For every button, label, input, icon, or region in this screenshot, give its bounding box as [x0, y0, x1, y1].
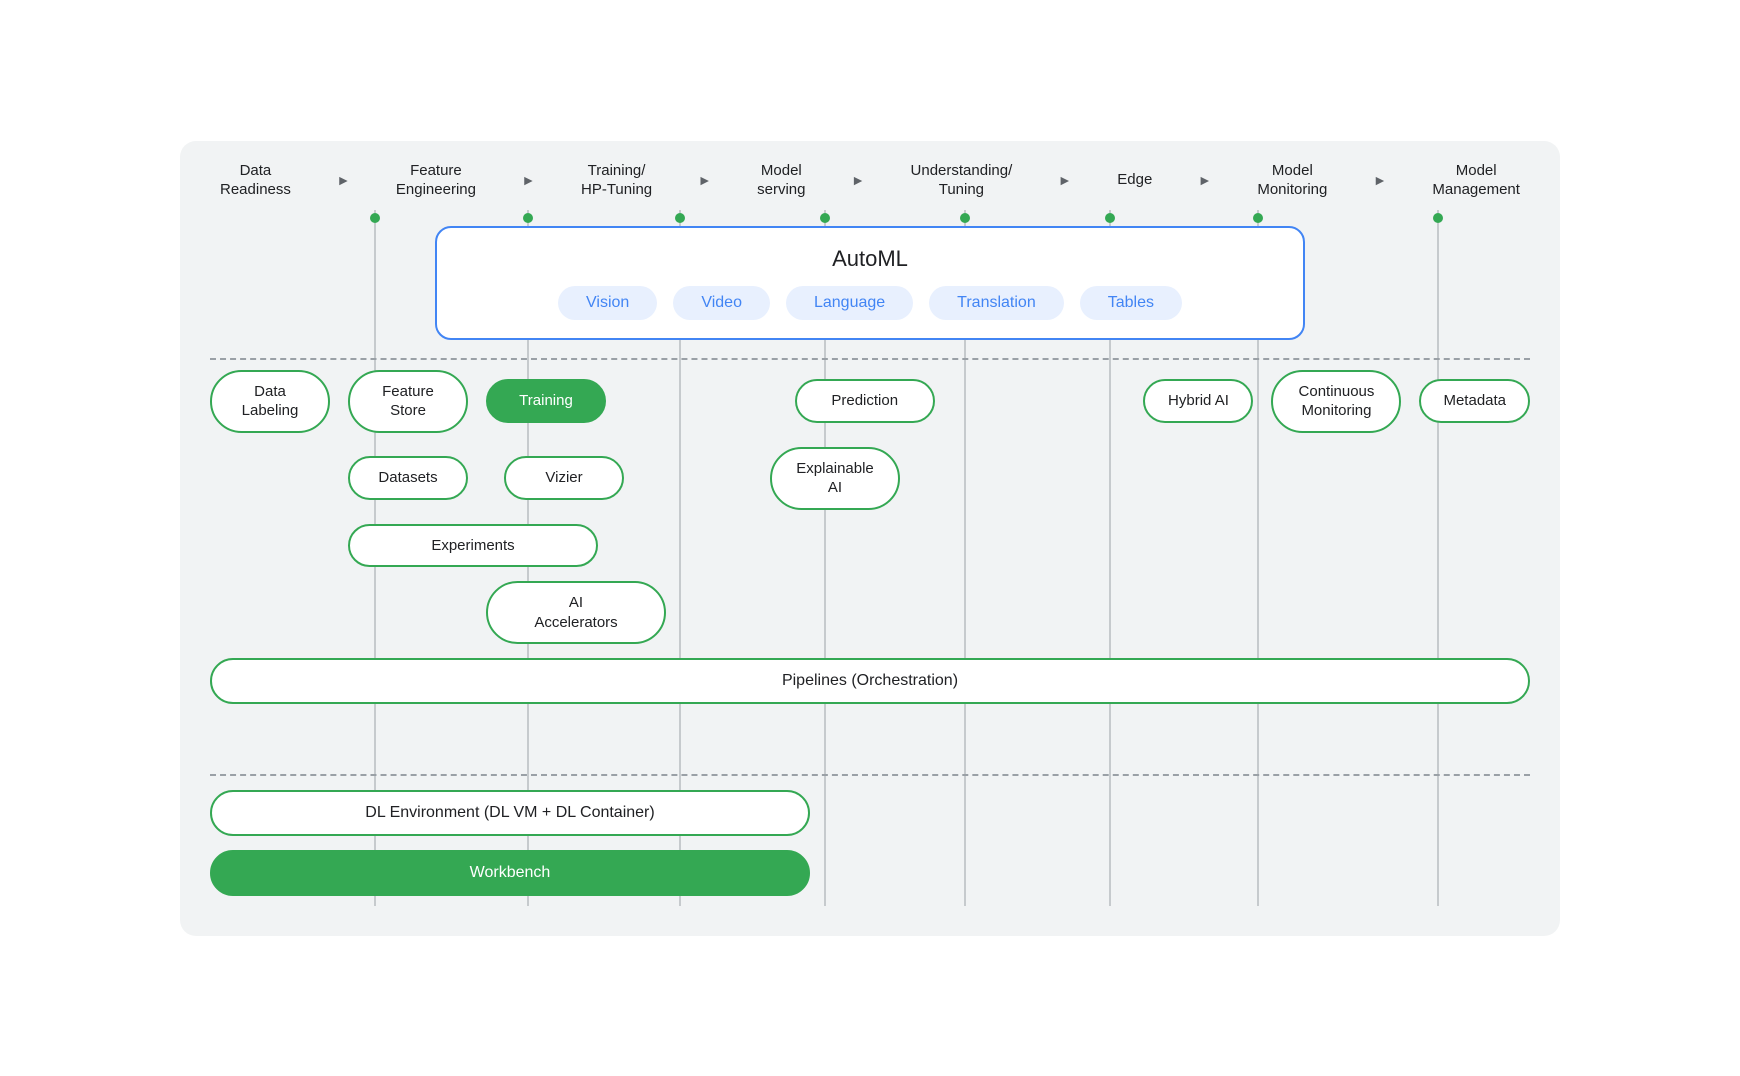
arrow-4: ► [851, 172, 865, 188]
pipeline-label: Model Management [1432, 161, 1520, 200]
pipeline-row: Data Readiness ► Feature Engineering ► T… [210, 161, 1530, 200]
main-diagram: Data Readiness ► Feature Engineering ► T… [180, 141, 1560, 936]
content-area: AutoML Vision Video Language Translation… [210, 210, 1530, 906]
arrow-1: ► [336, 172, 350, 188]
pipeline-label: Model serving [757, 161, 805, 200]
automl-title: AutoML [461, 246, 1279, 272]
automl-pill-tables[interactable]: Tables [1080, 286, 1182, 320]
arrow-5: ► [1058, 172, 1072, 188]
pill-ai-accelerators[interactable]: AI Accelerators [486, 581, 666, 644]
pills-area: Data Labeling Feature Store Training Pre… [210, 370, 1530, 770]
pill-hybrid-ai[interactable]: Hybrid AI [1143, 379, 1253, 423]
pipeline-step-data-readiness: Data Readiness [220, 161, 291, 200]
pill-training[interactable]: Training [486, 379, 606, 423]
pipeline-label: Feature Engineering [396, 161, 476, 200]
automl-pill-language[interactable]: Language [786, 286, 913, 320]
automl-pills: Vision Video Language Translation Tables [461, 286, 1279, 320]
pipeline-label: Model Monitoring [1257, 161, 1327, 200]
pills-row-3: Experiments [348, 524, 1530, 568]
pills-row-1: Data Labeling Feature Store Training Pre… [210, 370, 1530, 433]
pipeline-step-model-serving: Model serving [757, 161, 805, 200]
pipeline-step-edge: Edge [1117, 170, 1152, 190]
pipelines-row: Pipelines (Orchestration) [210, 658, 1530, 704]
pills-row-2: Datasets Vizier Explainable AI [210, 447, 1530, 510]
arrow-3: ► [698, 172, 712, 188]
dl-env-row: DL Environment (DL VM + DL Container) [210, 790, 810, 836]
pill-datasets[interactable]: Datasets [348, 456, 468, 500]
arrow-7: ► [1373, 172, 1387, 188]
arrow-2: ► [522, 172, 536, 188]
automl-box: AutoML Vision Video Language Translation… [435, 226, 1305, 340]
pipeline-step-understanding: Understanding/ Tuning [911, 161, 1013, 200]
automl-pill-vision[interactable]: Vision [558, 286, 657, 320]
pill-metadata[interactable]: Metadata [1419, 379, 1530, 423]
pipeline-label: Understanding/ Tuning [911, 161, 1013, 200]
automl-pill-translation[interactable]: Translation [929, 286, 1064, 320]
pipeline-step-model-monitoring: Model Monitoring [1257, 161, 1327, 200]
pipeline-step-feature-eng: Feature Engineering [396, 161, 476, 200]
bottom-section: DL Environment (DL VM + DL Container) Wo… [210, 790, 1530, 906]
bottom-divider [210, 774, 1530, 776]
pill-workbench[interactable]: Workbench [210, 850, 810, 896]
pipeline-label: Training/ HP-Tuning [581, 161, 652, 200]
pipeline-label: Edge [1117, 170, 1152, 190]
top-divider [210, 358, 1530, 360]
pill-dl-environment[interactable]: DL Environment (DL VM + DL Container) [210, 790, 810, 836]
arrow-6: ► [1198, 172, 1212, 188]
pill-continuous-monitoring[interactable]: Continuous Monitoring [1271, 370, 1401, 433]
pill-experiments[interactable]: Experiments [348, 524, 598, 568]
pills-row-4: AI Accelerators [486, 581, 1530, 644]
pipeline-step-training: Training/ HP-Tuning [581, 161, 652, 200]
automl-pill-video[interactable]: Video [673, 286, 770, 320]
workbench-row: Workbench [210, 850, 810, 896]
pill-pipelines[interactable]: Pipelines (Orchestration) [210, 658, 1530, 704]
pill-feature-store[interactable]: Feature Store [348, 370, 468, 433]
automl-section: AutoML Vision Video Language Translation… [210, 210, 1530, 340]
pipeline-label: Data Readiness [220, 161, 291, 200]
pill-explainable-ai[interactable]: Explainable AI [770, 447, 900, 510]
pill-vizier[interactable]: Vizier [504, 456, 624, 500]
pill-data-labeling[interactable]: Data Labeling [210, 370, 330, 433]
pipeline-step-model-mgmt: Model Management [1432, 161, 1520, 200]
pill-prediction[interactable]: Prediction [795, 379, 935, 423]
